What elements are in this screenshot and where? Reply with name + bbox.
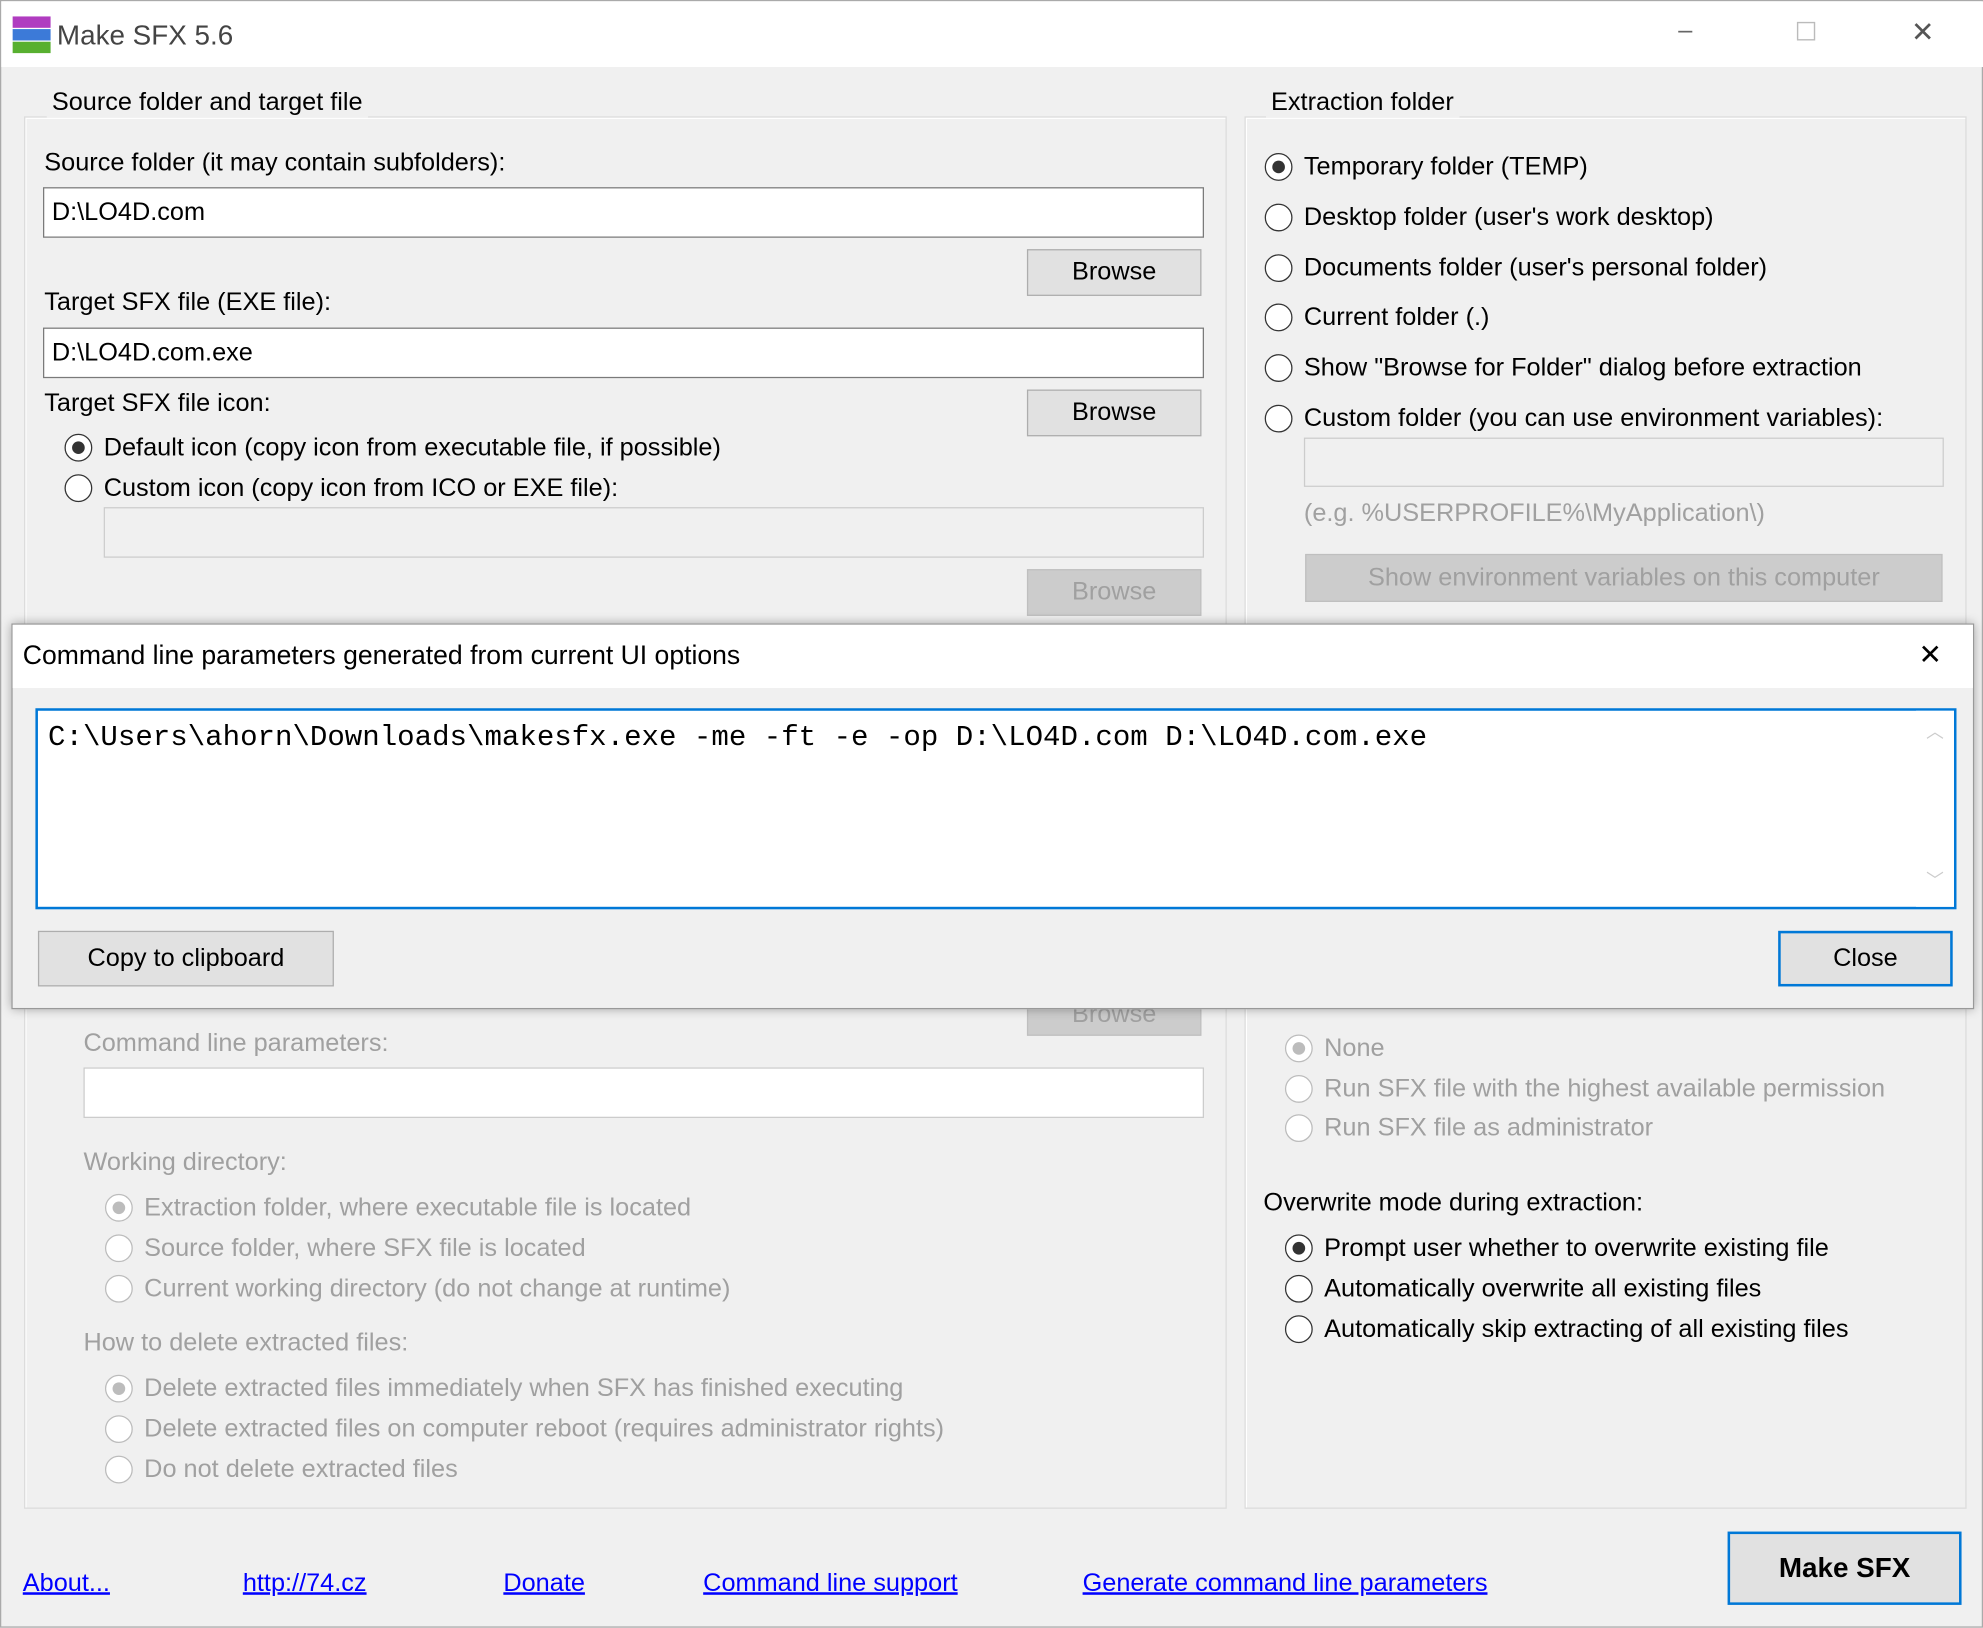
dialog-title: Command line parameters generated from c… [22,641,741,671]
radio-temp-folder[interactable] [1264,153,1293,181]
radio-overwrite-prompt[interactable] [1284,1234,1313,1263]
radio-custom-folder[interactable] [1264,404,1293,433]
window-title: Make SFX 5.6 [56,18,234,51]
make-sfx-window: Make SFX 5.6 – ☐ ✕ Source folder and tar… [0,0,1983,1628]
uac-option: None [1324,1034,1385,1063]
radio-desktop-folder[interactable] [1264,203,1293,232]
command-text: C:\Users\ahorn\Downloads\makesfx.exe -me… [48,720,1428,754]
dialog-close-icon[interactable]: ✕ [1919,639,1942,672]
delete-option: Do not delete extracted files [144,1455,458,1484]
browse-target-button[interactable]: Browse [1026,389,1202,437]
command-line-dialog: Command line parameters generated from c… [11,623,1975,1010]
default-icon-label: Default icon (copy icon from executable … [103,433,721,462]
icon-label: Target SFX file icon: [44,389,271,418]
source-folder-label: Source folder (it may contain subfolders… [44,149,506,178]
radio-browse-folder[interactable] [1264,354,1293,382]
cmd-params-label: Command line parameters: [83,1029,389,1058]
radio-workdir-extraction[interactable] [104,1193,133,1222]
uac-option: Run SFX file with the highest available … [1324,1074,1886,1103]
radio-uac-highest[interactable] [1284,1074,1313,1103]
radio-delete-never[interactable] [104,1455,133,1484]
overwrite-option: Automatically skip extracting of all exi… [1324,1315,1849,1344]
extraction-option: Custom folder (you can use environment v… [1303,404,1884,433]
dialog-close-button[interactable]: Close [1778,930,1953,987]
command-textarea[interactable]: C:\Users\ahorn\Downloads\makesfx.exe -me… [35,708,1957,910]
make-sfx-button[interactable]: Make SFX [1727,1531,1962,1605]
radio-uac-admin[interactable] [1284,1114,1313,1143]
overwrite-option: Automatically overwrite all existing fil… [1324,1274,1762,1303]
command-line-support-link[interactable]: Command line support [703,1569,957,1598]
source-group-title: Source folder and target file [46,88,368,118]
donate-link[interactable]: Donate [503,1569,585,1598]
title-bar: Make SFX 5.6 – ☐ ✕ [1,1,1983,68]
radio-overwrite-all[interactable] [1284,1274,1313,1303]
workdir-label: Working directory: [83,1148,287,1177]
overwrite-option: Prompt user whether to overwrite existin… [1324,1234,1829,1263]
radio-workdir-source[interactable] [104,1234,133,1263]
dialog-title-bar: Command line parameters generated from c… [12,624,1973,688]
target-file-label: Target SFX file (EXE file): [44,288,332,317]
overwrite-label: Overwrite mode during extraction: [1263,1188,1644,1217]
radio-custom-icon[interactable] [64,474,93,503]
copy-to-clipboard-button[interactable]: Copy to clipboard [37,930,334,987]
app-icon [12,16,51,54]
show-env-vars-button[interactable]: Show environment variables on this compu… [1305,553,1943,602]
generate-command-line-link[interactable]: Generate command line parameters [1083,1569,1488,1598]
radio-workdir-current[interactable] [104,1274,133,1303]
radio-delete-immediately[interactable] [104,1374,133,1403]
website-link[interactable]: http://74.cz [243,1569,367,1598]
close-window-button[interactable]: ✕ [1911,16,1934,49]
extraction-group-title: Extraction folder [1265,88,1459,118]
extraction-option: Temporary folder (TEMP) [1303,153,1588,181]
browse-icon-button[interactable]: Browse [1026,569,1202,616]
radio-delete-reboot[interactable] [104,1415,133,1444]
workdir-option: Current working directory (do not change… [144,1274,731,1303]
workdir-option: Extraction folder, where executable file… [144,1193,692,1222]
radio-current-folder[interactable] [1264,303,1293,332]
delete-option: Delete extracted files immediately when … [144,1374,904,1403]
scroll-down-icon[interactable]: ﹀ [1926,868,1944,893]
custom-folder-hint: (e.g. %USERPROFILE%\MyApplication\) [1303,499,1765,528]
extraction-option: Desktop folder (user's work desktop) [1303,203,1714,232]
workdir-option: Source folder, where SFX file is located [144,1234,586,1263]
target-file-input[interactable]: D:\LO4D.com.exe [42,327,1204,379]
source-folder-input[interactable]: D:\LO4D.com [42,187,1204,238]
radio-uac-none[interactable] [1284,1034,1313,1063]
extraction-option: Show "Browse for Folder" dialog before e… [1303,354,1862,382]
scroll-up-icon[interactable]: ︿ [1926,718,1944,743]
delete-option: Delete extracted files on computer reboo… [144,1415,945,1444]
radio-documents-folder[interactable] [1264,254,1293,283]
radio-default-icon[interactable] [64,433,93,462]
maximize-button[interactable]: ☐ [1795,16,1818,48]
cmd-params-input[interactable] [83,1067,1204,1118]
custom-icon-label: Custom icon (copy icon from ICO or EXE f… [103,474,619,503]
custom-folder-input[interactable] [1303,437,1944,487]
delete-label: How to delete extracted files: [83,1329,409,1358]
minimize-button[interactable]: – [1678,16,1692,45]
about-link[interactable]: About... [23,1569,110,1598]
extraction-option: Current folder (.) [1303,303,1490,332]
textarea-scrollbar[interactable]: ︿ ﹀ [1916,710,1954,907]
custom-icon-input[interactable] [103,507,1204,558]
radio-overwrite-skip[interactable] [1284,1315,1313,1344]
browse-source-button[interactable]: Browse [1026,249,1202,296]
uac-option: Run SFX file as administrator [1324,1114,1654,1143]
extraction-option: Documents folder (user's personal folder… [1303,254,1768,283]
